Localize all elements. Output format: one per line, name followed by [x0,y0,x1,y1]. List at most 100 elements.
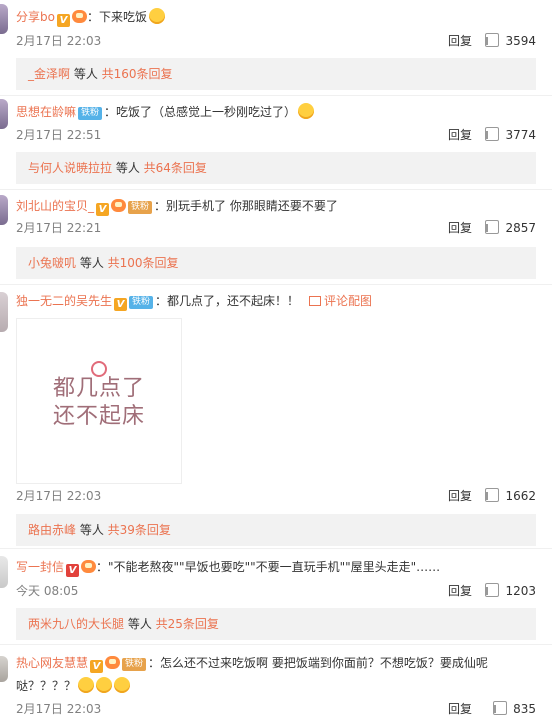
sub-reply-user[interactable]: 两米九八的大长腿 [28,617,124,631]
comment-text: ：怎么还不过来吃饭啊 要把饭端到你面前？不想吃饭？要成仙呢 [148,656,488,670]
thumbs-up-icon [485,488,500,502]
emoji-icon [96,677,113,693]
sub-reply-user[interactable]: 小兔啵叽 [28,256,76,270]
like-count: 3774 [505,128,536,142]
sub-replies: 与何人说暁拉拉 等人 共64条回复 [16,152,536,184]
username-link[interactable]: 刘北山的宝贝_ [16,199,94,213]
reply-button[interactable]: 回复 [448,700,472,718]
avatar[interactable] [0,99,8,129]
comment-pic-label: 评论配图 [324,294,373,308]
like-button[interactable]: 1662 [485,487,536,505]
emoji-icon [298,103,315,119]
sub-reply-count-link[interactable]: 共39条回复 [108,523,171,537]
like-count: 3594 [505,34,536,48]
username-link[interactable]: 思想在龄嘛 [16,105,76,119]
comment-list: 分享bo V ：下来吃饭 2月17日 22:03 回复 3594 _金泽啊 等人 共… [0,0,552,728]
sub-replies: 小兔啵叽 等人 共100条回复 [16,247,536,279]
like-count: 1662 [505,489,536,503]
avatar[interactable] [0,656,8,682]
sub-replies: _金泽啊 等人 共160条回复 [16,58,536,90]
fan-badge: 铁粉 [129,296,154,309]
sub-reply-text: 等人 [124,617,156,631]
comment-text-continued: 哒？？？？ [16,679,77,693]
comment-pic-link[interactable]: 评论配图 [309,294,372,308]
username-link[interactable]: 热心网友慧慧 [16,656,88,670]
emoji-icon [78,677,95,693]
fan-badge: 铁粉 [122,658,147,671]
comment-item: 刘北山的宝贝_ V 铁粉 ：别玩手机了 你那眼睛还要不要了 2月17日 22:21 回… [0,189,552,285]
vip-crown-icon [111,199,127,212]
sub-reply-user[interactable]: 路由赤峰 [28,523,76,537]
comment-time: 今天 08:05 [16,584,79,598]
comment-item: 写一封信 V ："不能老熬夜""早饭也要吃""不要一直玩手机""屋里头走走"…… 今… [0,548,552,645]
emoji-icon [148,8,165,24]
sub-reply-text: 等人 [70,67,102,81]
like-button[interactable]: 2857 [485,219,536,237]
verified-v-icon: V [96,203,110,216]
comment-text: ：都几点了，还不起床！！ [155,294,300,308]
comment-text: ：别玩手机了 你那眼睛还要不要了 [154,199,338,213]
comment-time: 2月17日 22:03 [16,34,102,48]
sub-reply-user[interactable]: 与何人说暁拉拉 [28,161,112,175]
like-button[interactable]: 3774 [485,126,536,144]
vip-crown-icon [81,560,97,573]
username-link[interactable]: 写一封信 [16,560,64,574]
fan-badge: 铁粉 [78,107,103,120]
username-link[interactable]: 独一无二的吴先生 [16,294,112,308]
image-caption-line-1: 都几点了 [52,376,145,401]
sub-reply-text: 等人 [76,523,108,537]
comment-item: 热心网友慧慧 V 铁粉 ：怎么还不过来吃饭啊 要把饭端到你面前？不想吃饭？要成仙呢 哒… [0,644,552,728]
reply-button[interactable]: 回复 [448,487,472,505]
comment-text: ：下来吃饭 [86,10,147,24]
sub-reply-text: 等人 [76,256,108,270]
like-count: 2857 [505,221,536,235]
sub-replies: 两米九八的大长腿 等人 共25条回复 [16,608,536,640]
comment-image[interactable]: 都几点了 还不起床 [16,318,182,484]
reply-button[interactable]: 回复 [448,219,472,237]
thumbs-up-icon [485,220,500,234]
vip-crown-icon [71,10,87,23]
like-button[interactable]: 3594 [485,32,536,50]
reply-button[interactable]: 回复 [448,582,472,600]
fan-badge: 铁粉 [128,201,153,214]
image-icon [309,296,322,306]
thumbs-up-icon [493,701,508,715]
comment-time: 2月17日 22:03 [16,702,102,716]
sub-reply-text: 等人 [112,161,144,175]
like-button[interactable]: 835 [493,700,536,718]
avatar[interactable] [0,556,8,588]
avatar[interactable] [0,195,8,225]
image-caption-line-2: 还不起床 [52,404,145,429]
avatar[interactable] [0,292,8,332]
username-link[interactable]: 分享bo [16,10,55,24]
sub-reply-count-link[interactable]: 共160条回复 [102,67,173,81]
like-count: 1203 [505,584,536,598]
verified-v-icon: V [114,298,128,311]
verified-v-icon: V [90,660,104,673]
comment-item: 思想在龄嘛 铁粉 ：吃饭了（总感觉上一秒刚吃过了） 2月17日 22:51 回复 3… [0,95,552,190]
comment-item: 分享bo V ：下来吃饭 2月17日 22:03 回复 3594 _金泽啊 等人 共… [0,0,552,96]
sub-reply-count-link[interactable]: 共100条回复 [108,256,179,270]
thumbs-up-icon [485,583,500,597]
reply-button[interactable]: 回复 [448,126,472,144]
sub-reply-count-link[interactable]: 共64条回复 [144,161,207,175]
like-button[interactable]: 1203 [485,582,536,600]
sub-replies: 路由赤峰 等人 共39条回复 [16,514,536,546]
sub-reply-count-link[interactable]: 共25条回复 [156,617,219,631]
like-count: 835 [513,702,536,716]
comment-time: 2月17日 22:51 [16,128,102,142]
vip-crown-icon [105,656,121,669]
comment-time: 2月17日 22:03 [16,489,102,503]
reply-button[interactable]: 回复 [448,32,472,50]
comment-item: 独一无二的吴先生 V 铁粉 ：都几点了，还不起床！！ 评论配图 都几点了 还不起床 2月… [0,284,552,549]
emoji-icon [114,677,131,693]
verified-v-icon: V [56,14,70,27]
comment-text: ："不能老熬夜""早饭也要吃""不要一直玩手机""屋里头走走"…… [96,560,441,574]
image-caption: 都几点了 还不起床 [17,375,181,431]
thumbs-up-icon [485,127,500,141]
avatar[interactable] [0,4,8,34]
sub-reply-user[interactable]: _金泽啊 [28,67,70,81]
verified-v-icon: V [66,564,80,577]
comment-text: ：吃饭了（总感觉上一秒刚吃过了） [104,105,297,119]
comment-time: 2月17日 22:21 [16,221,102,235]
